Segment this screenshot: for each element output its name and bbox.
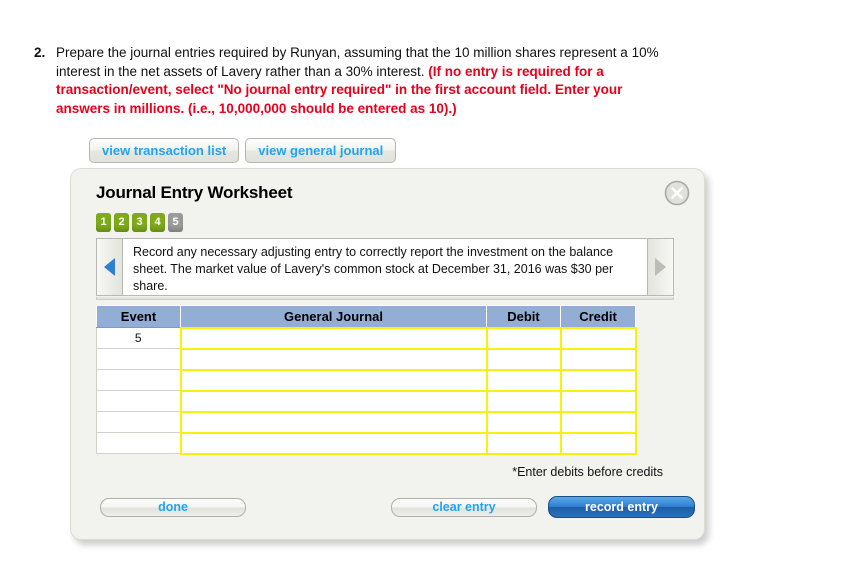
step-tab-4[interactable]: 4 [150, 213, 165, 232]
close-icon[interactable] [664, 180, 690, 206]
input-debit[interactable] [485, 410, 562, 434]
input-debit[interactable] [485, 326, 562, 350]
cell-event [96, 348, 181, 370]
column-header-general-journal: General Journal [180, 305, 487, 328]
panel-title: Journal Entry Worksheet [96, 183, 293, 202]
view-general-journal-button[interactable]: view general journal [245, 138, 397, 163]
input-debit[interactable] [485, 431, 562, 455]
input-general-journal[interactable] [179, 389, 488, 413]
input-general-journal[interactable] [179, 410, 488, 434]
step-tabs: 1 2 3 4 5 [96, 213, 183, 232]
journal-entry-table: Event General Journal Debit Credit 5 [96, 305, 637, 455]
cell-event [96, 411, 181, 433]
cell-event: 5 [96, 327, 181, 349]
triangle-left-icon[interactable] [97, 239, 123, 295]
clear-entry-button[interactable]: clear entry [391, 498, 537, 517]
input-credit[interactable] [559, 410, 637, 434]
input-credit[interactable] [559, 326, 637, 350]
input-credit[interactable] [559, 431, 637, 455]
table-body: 5 [96, 326, 637, 455]
done-button[interactable]: done [100, 498, 246, 517]
table-row [96, 431, 637, 455]
cell-event [96, 390, 181, 412]
view-transaction-list-button[interactable]: view transaction list [89, 138, 240, 163]
input-general-journal[interactable] [179, 326, 488, 350]
input-credit[interactable] [559, 347, 637, 371]
input-general-journal[interactable] [179, 431, 488, 455]
question-number: 2. [34, 45, 46, 60]
input-debit[interactable] [485, 347, 562, 371]
view-buttons-group: view transaction list view general journ… [89, 138, 397, 163]
table-row [96, 389, 637, 413]
input-credit[interactable] [559, 389, 637, 413]
step-tab-2[interactable]: 2 [114, 213, 129, 232]
input-debit[interactable] [485, 368, 562, 392]
worksheet-prompt: Record any necessary adjusting entry to … [133, 245, 614, 293]
record-entry-button[interactable]: record entry [548, 496, 695, 518]
table-row: 5 [96, 326, 637, 350]
debits-before-credits-note: *Enter debits before credits [512, 465, 663, 479]
input-debit[interactable] [485, 389, 562, 413]
table-row [96, 347, 637, 371]
cell-event [96, 369, 181, 391]
step-tab-1[interactable]: 1 [96, 213, 111, 232]
worksheet-navigation: Record any necessary adjusting entry to … [96, 238, 674, 296]
question-text: Prepare the journal entries required by … [56, 44, 664, 118]
step-tab-5[interactable]: 5 [168, 213, 183, 232]
column-header-event: Event [96, 305, 181, 328]
nav-underline-bar [96, 297, 674, 300]
input-credit[interactable] [559, 368, 637, 392]
triangle-right-icon[interactable] [647, 239, 673, 295]
table-row [96, 368, 637, 392]
question-block: 2. Prepare the journal entries required … [34, 44, 664, 118]
table-header-row: Event General Journal Debit Credit [96, 305, 636, 328]
input-general-journal[interactable] [179, 368, 488, 392]
cell-event [96, 432, 181, 454]
table-row [96, 410, 637, 434]
input-general-journal[interactable] [179, 347, 488, 371]
column-header-debit: Debit [486, 305, 561, 328]
step-tab-3[interactable]: 3 [132, 213, 147, 232]
column-header-credit: Credit [560, 305, 636, 328]
